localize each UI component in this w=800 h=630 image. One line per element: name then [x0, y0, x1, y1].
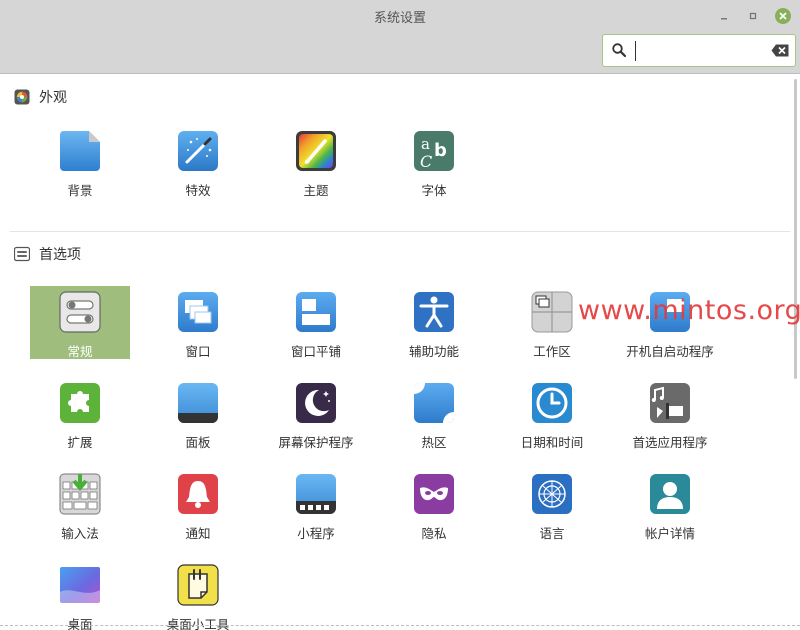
item-label: 辅助功能: [408, 344, 459, 359]
search-box[interactable]: [602, 34, 796, 67]
accessibility-icon: [414, 292, 454, 332]
titlebar: 系统设置: [0, 0, 800, 74]
extensions-icon: [60, 383, 100, 423]
item-screensaver[interactable]: 屏幕保护程序: [266, 377, 366, 450]
item-label: 热区: [421, 435, 447, 450]
item-label: 桌面: [67, 617, 93, 630]
window-title: 系统设置: [373, 11, 426, 26]
section-divider: [10, 231, 790, 232]
item-label: 小程序: [297, 526, 335, 541]
languages-icon: [532, 474, 572, 514]
section-header-preferences: 首选项: [14, 243, 81, 265]
item-label: 常规: [67, 344, 93, 359]
item-label: 窗口: [185, 344, 211, 359]
item-accessibility[interactable]: 辅助功能: [384, 286, 484, 359]
item-label: 字体: [421, 183, 447, 198]
panel-icon: [178, 383, 218, 423]
item-label: 开机自启动程序: [626, 344, 714, 359]
minimize-button[interactable]: [716, 8, 732, 24]
section-header-appearance: 外观: [14, 86, 67, 108]
item-extensions[interactable]: 扩展: [30, 377, 130, 450]
fonts-icon: a b C: [414, 131, 454, 171]
search-input[interactable]: [635, 41, 765, 61]
item-windows[interactable]: 窗口: [148, 286, 248, 359]
windows-icon: [178, 292, 218, 332]
item-desklets[interactable]: 桌面小工具: [148, 559, 248, 630]
section-title: 外观: [39, 90, 67, 106]
item-label: 背景: [67, 183, 93, 198]
item-desktop[interactable]: 桌面: [30, 559, 130, 630]
minimize-icon: [721, 18, 727, 20]
close-icon: [779, 12, 787, 20]
item-label: 特效: [185, 183, 211, 198]
item-window-tiling[interactable]: 窗口平铺: [266, 286, 366, 359]
item-backgrounds[interactable]: 背景: [30, 125, 130, 198]
item-applets[interactable]: 小程序: [266, 468, 366, 541]
date-time-icon: [532, 383, 572, 423]
item-label: 扩展: [67, 435, 93, 450]
item-input-method[interactable]: 输入法: [30, 468, 130, 541]
close-button[interactable]: [775, 8, 791, 24]
backgrounds-icon: [59, 131, 100, 171]
item-account-details[interactable]: 帐户详情: [620, 468, 720, 541]
desklets-icon: [177, 564, 219, 606]
item-notifications[interactable]: 通知: [148, 468, 248, 541]
item-label: 主题: [303, 183, 329, 198]
item-label: 语言: [539, 526, 565, 541]
section-title: 首选项: [39, 247, 81, 263]
account-details-icon: [650, 474, 690, 514]
clear-search-icon[interactable]: [771, 44, 789, 57]
appearance-icon: [14, 89, 30, 105]
svg-text:a: a: [421, 135, 430, 153]
input-method-icon: [59, 473, 101, 515]
maximize-icon: [749, 12, 757, 20]
svg-text:b: b: [434, 140, 447, 161]
item-languages[interactable]: 语言: [502, 468, 602, 541]
preferences-icon: [14, 246, 30, 262]
item-label: 面板: [185, 435, 211, 450]
screensaver-icon: [296, 383, 336, 423]
item-label: 窗口平铺: [290, 344, 341, 359]
item-label: 日期和时间: [520, 435, 584, 450]
watermark: www.mintos.org: [578, 295, 800, 326]
privacy-icon: [414, 474, 454, 514]
item-label: 桌面小工具: [166, 617, 230, 630]
item-label: 屏幕保护程序: [278, 435, 354, 450]
item-label: 通知: [185, 526, 211, 541]
applets-icon: [296, 474, 336, 514]
item-effects[interactable]: 特效: [148, 125, 248, 198]
bottom-edge: [0, 625, 800, 626]
item-date-time[interactable]: 日期和时间: [502, 377, 602, 450]
preferred-applications-icon: [650, 383, 690, 423]
item-general[interactable]: 常规: [30, 286, 130, 359]
item-panel[interactable]: 面板: [148, 377, 248, 450]
maximize-button[interactable]: [745, 8, 761, 24]
item-label: 隐私: [421, 526, 447, 541]
item-hot-corners[interactable]: 热区: [384, 377, 484, 450]
item-themes[interactable]: 主题: [266, 125, 366, 198]
item-label: 工作区: [533, 344, 571, 359]
item-fonts[interactable]: a b C 字体: [384, 125, 484, 198]
item-privacy[interactable]: 隐私: [384, 468, 484, 541]
svg-text:C: C: [420, 152, 432, 171]
search-icon: [612, 43, 627, 58]
window-tiling-icon: [296, 292, 336, 332]
settings-content[interactable]: 外观 背景 特效 主题 a b C 字体 首选项 常规 窗口 窗口平铺 辅助功能…: [0, 75, 800, 630]
workspaces-icon: [531, 291, 573, 333]
hot-corners-icon: [414, 383, 454, 423]
item-label: 帐户详情: [644, 526, 695, 541]
item-preferred-applications[interactable]: 首选应用程序: [620, 377, 720, 450]
general-icon: [59, 291, 101, 333]
item-label: 首选应用程序: [632, 435, 708, 450]
vertical-scrollbar[interactable]: [794, 79, 797, 379]
item-label: 输入法: [61, 526, 99, 541]
desktop-icon: [60, 567, 100, 603]
effects-icon: [178, 131, 218, 171]
notifications-icon: [178, 474, 218, 514]
themes-icon: [296, 131, 336, 171]
